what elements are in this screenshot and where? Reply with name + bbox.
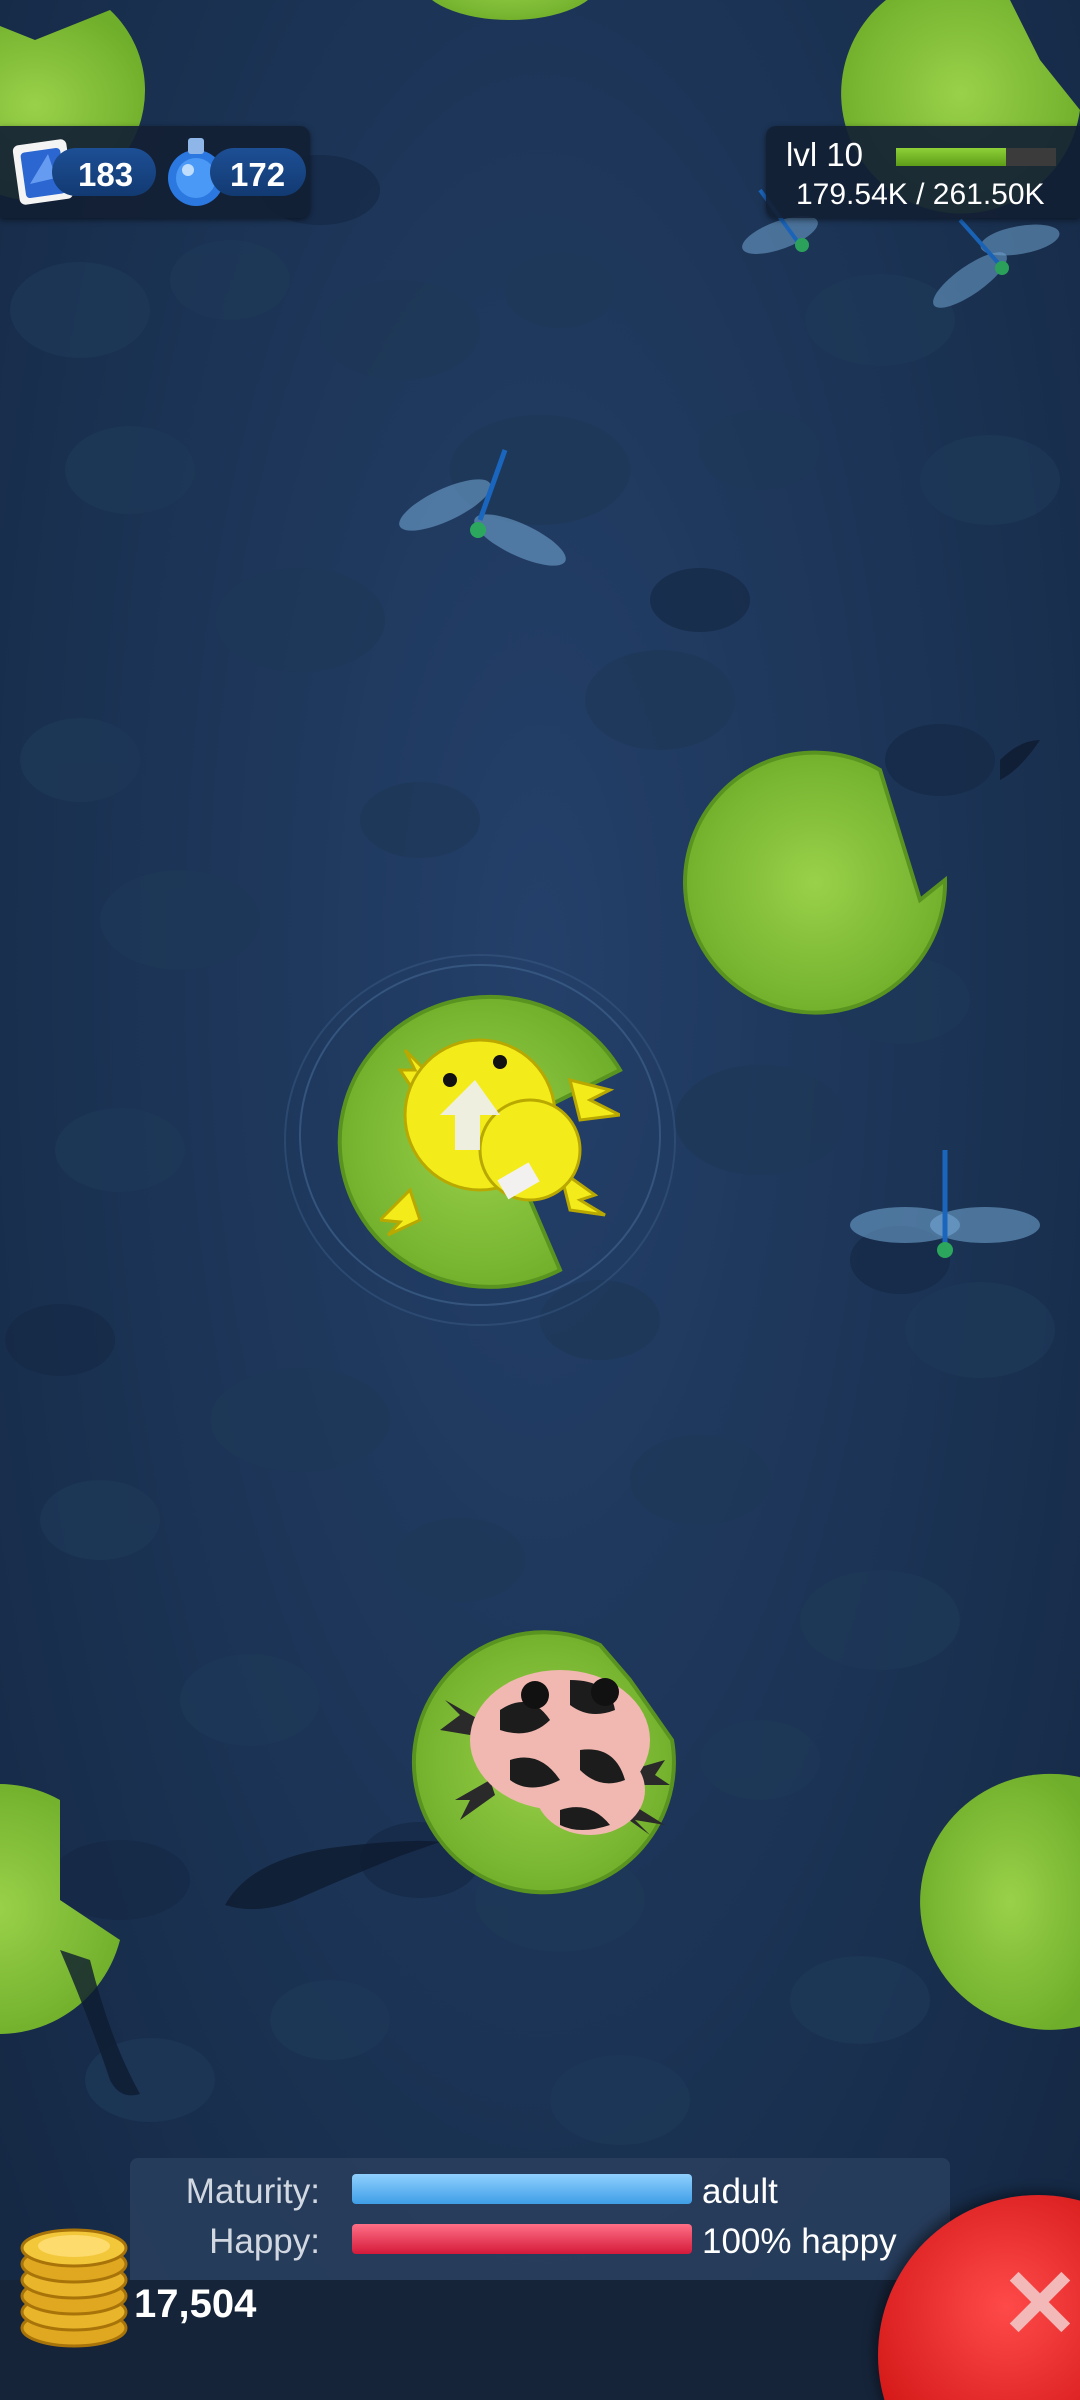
- dragonfly: [399, 449, 566, 566]
- spotted-frog[interactable]: [440, 1650, 670, 1850]
- pet-status-panel: Maturity: adult Happy: 100% happy: [130, 2158, 950, 2288]
- maturity-label: Maturity:: [185, 2172, 320, 2211]
- maturity-bar-fill: [352, 2174, 692, 2204]
- potions-count: 172: [230, 156, 286, 193]
- yellow-frog[interactable]: [380, 1020, 620, 1240]
- dragonfly: [850, 1150, 1040, 1258]
- dragonfly: [933, 218, 1060, 308]
- happy-value: 100% happy: [702, 2222, 897, 2261]
- xp-text: 179.54K / 261.50K: [796, 178, 1045, 211]
- pond-scene[interactable]: 183 172 lvl 10 179.54K / 261.50K Maturit…: [0, 0, 1080, 2400]
- happy-bar: [352, 2224, 692, 2254]
- maturity-value: adult: [702, 2172, 778, 2211]
- level-panel: lvl 10 179.54K / 261.50K: [766, 126, 1080, 218]
- xp-progress-fill: [896, 148, 1006, 166]
- level-label: lvl 10: [786, 136, 864, 173]
- stamps-count: 183: [78, 156, 134, 193]
- resources-panel: 183 172: [0, 126, 310, 218]
- happy-bar-fill: [352, 2224, 692, 2254]
- maturity-bar: [352, 2174, 692, 2204]
- coins-amount: 17,504: [134, 2282, 257, 2326]
- xp-progress-bar: [896, 148, 1056, 166]
- gold-coins-icon[interactable]: [16, 2210, 132, 2350]
- close-x-icon: ✕: [999, 2251, 1080, 2358]
